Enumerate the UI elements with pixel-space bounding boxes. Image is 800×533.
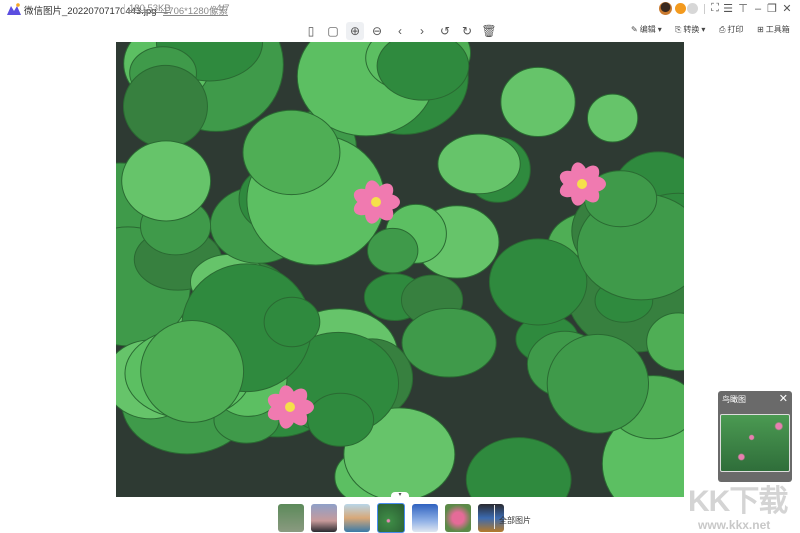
printer-icon: ⎙: [719, 24, 726, 34]
lotus-leaf: [401, 307, 497, 378]
coin-icon[interactable]: [687, 3, 698, 14]
lotus-leaf: [242, 109, 341, 196]
fit-window-icon[interactable]: ▢: [324, 22, 342, 40]
next-icon[interactable]: ›: [413, 22, 431, 40]
lotus-leaf: [121, 140, 212, 222]
app-logo-icon: [7, 3, 21, 15]
lotus-leaf: [488, 238, 588, 326]
navigator-panel: 鸟瞰图 ✕: [718, 391, 792, 482]
thumbnail-strip: [278, 503, 504, 533]
navigator-title: 鸟瞰图: [722, 395, 746, 404]
thumbnail[interactable]: [412, 504, 438, 532]
print-button[interactable]: ⎙ 打印: [719, 24, 743, 35]
close-icon[interactable]: ✕: [781, 2, 793, 15]
minimize-icon[interactable]: –: [752, 2, 764, 15]
grid-icon: ⊞: [757, 25, 764, 34]
thumbnail[interactable]: [445, 504, 471, 532]
vip-icon[interactable]: [675, 3, 686, 14]
zoom-out-icon[interactable]: ⊖: [368, 22, 386, 40]
lotus-leaf: [307, 392, 375, 447]
fullscreen-icon[interactable]: ⛶: [709, 2, 721, 15]
close-icon[interactable]: ✕: [779, 392, 788, 405]
menu-icon[interactable]: ☰: [722, 2, 734, 15]
lotus-leaf: [140, 319, 245, 423]
chevron-down-icon: ▾: [701, 25, 706, 34]
title-bar: 微信图片_20220707170443.jpg 180.53KB , 1706*…: [0, 0, 800, 18]
expand-thumbnails-button[interactable]: ▾: [391, 492, 409, 498]
lotus-leaf: [586, 93, 639, 143]
thumbnail-selected[interactable]: [377, 503, 405, 533]
navigator-viewport[interactable]: [720, 414, 790, 472]
rotate-right-icon[interactable]: ↻: [458, 22, 476, 40]
lotus-leaf: [500, 66, 576, 138]
lotus-leaf: [367, 227, 419, 274]
thumbnail[interactable]: [278, 504, 304, 532]
restore-icon[interactable]: ❐: [766, 2, 778, 15]
lotus-center: [285, 402, 295, 412]
previous-icon[interactable]: ‹: [391, 22, 409, 40]
delete-icon[interactable]: 🗑: [480, 22, 498, 40]
lotus-leaf: [465, 437, 572, 497]
lotus-center: [577, 179, 587, 189]
convert-button[interactable]: ⎘ 转换 ▾: [675, 24, 705, 35]
lotus-photo: [116, 42, 684, 497]
edit-button[interactable]: ✎ 编辑 ▾: [631, 24, 662, 35]
thumbnail[interactable]: [344, 504, 370, 532]
avatar[interactable]: [659, 2, 672, 15]
lotus-leaf: [546, 333, 650, 434]
pin-icon[interactable]: ⊤: [737, 2, 749, 15]
thumbnail[interactable]: [311, 504, 337, 532]
mouse-icon[interactable]: ▯: [302, 22, 320, 40]
lotus-center: [371, 197, 381, 207]
divider: [124, 4, 125, 14]
image-position: , 4/7: [211, 3, 230, 14]
main-image[interactable]: [116, 42, 684, 497]
zoom-in-icon[interactable]: ⊕: [346, 22, 364, 40]
watermark: KK下载 www.kkx.net: [688, 485, 788, 532]
lotus-leaf: [263, 296, 321, 348]
lotus-leaf: [437, 133, 521, 195]
all-pictures-link[interactable]: 全部图片: [499, 515, 531, 526]
rotate-left-icon[interactable]: ↺: [436, 22, 454, 40]
convert-icon: ⎘: [675, 24, 682, 34]
edit-icon: ✎: [631, 25, 638, 34]
chevron-down-icon: ▾: [657, 25, 662, 34]
lotus-leaf: [122, 64, 208, 148]
toolbox-button[interactable]: ⊞ 工具箱: [757, 24, 790, 35]
